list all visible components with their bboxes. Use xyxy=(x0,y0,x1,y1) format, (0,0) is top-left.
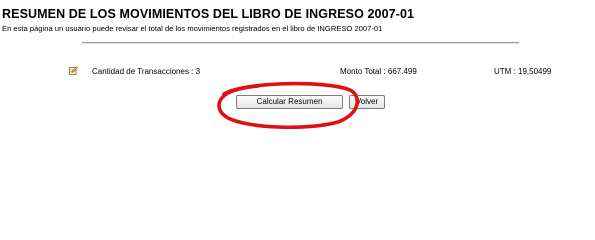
transaction-count: Cantidad de Transacciones : 3 xyxy=(92,67,201,76)
page-title: RESUMEN DE LOS MOVIMIENTOS DEL LIBRO DE … xyxy=(2,7,415,21)
page-description: En esta página un usuario puede revisar … xyxy=(2,24,383,33)
calcular-resumen-button[interactable]: Calcular Resumen xyxy=(236,95,343,109)
volver-button[interactable]: Volver xyxy=(349,95,385,109)
total-amount: Monto Total : 667.499 xyxy=(340,67,417,76)
utm-value: UTM : 19,50499 xyxy=(494,67,552,76)
edit-icon xyxy=(69,66,78,75)
divider xyxy=(82,42,519,44)
